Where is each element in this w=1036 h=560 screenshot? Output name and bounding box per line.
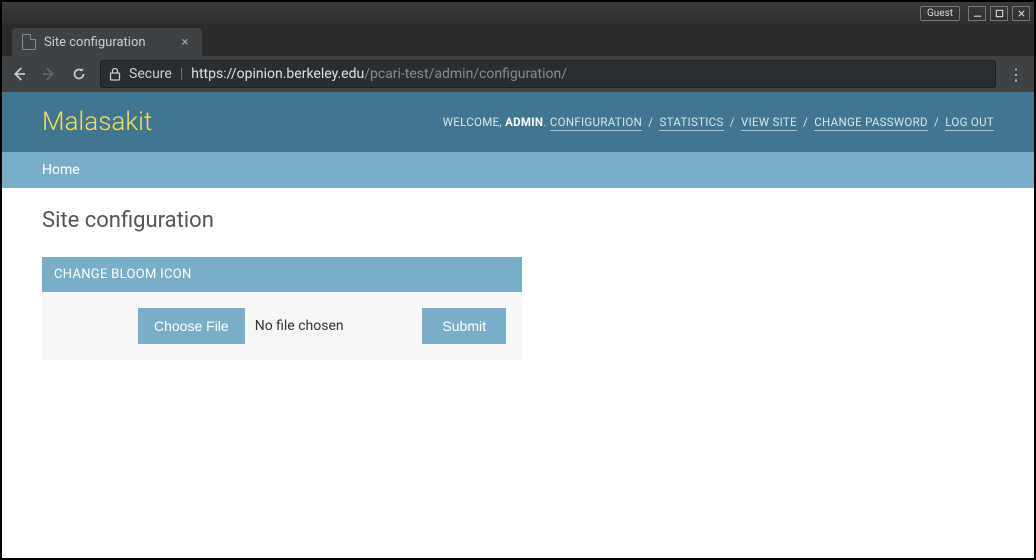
- guest-badge: Guest: [920, 6, 960, 21]
- browser-menu-button[interactable]: ⋮: [1006, 65, 1026, 84]
- close-icon: [1017, 9, 1026, 18]
- tab-strip: Site configuration ×: [2, 24, 1034, 56]
- minimize-icon: [973, 9, 982, 18]
- maximize-button[interactable]: [990, 6, 1008, 21]
- admin-username: ADMIN: [505, 115, 543, 129]
- page-viewport: Malasakit WELCOME, ADMIN. CONFIGURATION …: [2, 92, 1034, 558]
- browser-window: Guest Site configuration × Secure: [0, 0, 1036, 560]
- maximize-icon: [995, 9, 1004, 18]
- reload-icon: [70, 65, 88, 83]
- address-bar[interactable]: Secure | https://opinion.berkeley.edu/pc…: [100, 60, 996, 88]
- browser-toolbar: Secure | https://opinion.berkeley.edu/pc…: [2, 56, 1034, 92]
- tab-close-button[interactable]: ×: [178, 35, 192, 49]
- brand-title[interactable]: Malasakit: [42, 107, 152, 137]
- nav-change-password[interactable]: CHANGE PASSWORD: [814, 115, 928, 131]
- file-status-text: No file chosen: [255, 318, 344, 334]
- change-bloom-icon-module: CHANGE BLOOM ICON Choose File No file ch…: [42, 257, 522, 360]
- nav-log-out[interactable]: LOG OUT: [945, 115, 994, 131]
- page-icon: [22, 34, 36, 50]
- lock-icon: [109, 67, 121, 81]
- window-titlebar: Guest: [2, 2, 1034, 24]
- tab-title: Site configuration: [44, 35, 146, 50]
- nav-configuration[interactable]: CONFIGURATION: [550, 115, 642, 131]
- close-window-button[interactable]: [1012, 6, 1030, 21]
- secure-label: Secure: [129, 66, 172, 82]
- forward-button[interactable]: [40, 65, 60, 83]
- submit-button[interactable]: Submit: [422, 308, 506, 344]
- module-body: Choose File No file chosen Submit: [42, 292, 522, 360]
- reload-button[interactable]: [70, 65, 90, 83]
- arrow-right-icon: [40, 65, 58, 83]
- separator: |: [180, 66, 183, 82]
- breadcrumb-home[interactable]: Home: [42, 162, 80, 178]
- content-area: Site configuration CHANGE BLOOM ICON Cho…: [2, 188, 1034, 558]
- app-header: Malasakit WELCOME, ADMIN. CONFIGURATION …: [2, 92, 1034, 152]
- choose-file-button[interactable]: Choose File: [138, 308, 245, 344]
- page-title: Site configuration: [42, 208, 994, 233]
- back-button[interactable]: [10, 65, 30, 83]
- welcome-text: WELCOME,: [443, 115, 505, 129]
- module-header: CHANGE BLOOM ICON: [42, 257, 522, 292]
- url-text: https://opinion.berkeley.edu/pcari-test/…: [191, 66, 567, 82]
- breadcrumb-bar: Home: [2, 152, 1034, 188]
- user-nav: WELCOME, ADMIN. CONFIGURATION / STATISTI…: [443, 115, 994, 129]
- browser-tab[interactable]: Site configuration ×: [12, 28, 202, 56]
- kebab-icon: ⋮: [1008, 65, 1024, 84]
- arrow-left-icon: [10, 65, 28, 83]
- minimize-button[interactable]: [968, 6, 986, 21]
- nav-statistics[interactable]: STATISTICS: [659, 115, 723, 131]
- nav-view-site[interactable]: VIEW SITE: [741, 115, 797, 131]
